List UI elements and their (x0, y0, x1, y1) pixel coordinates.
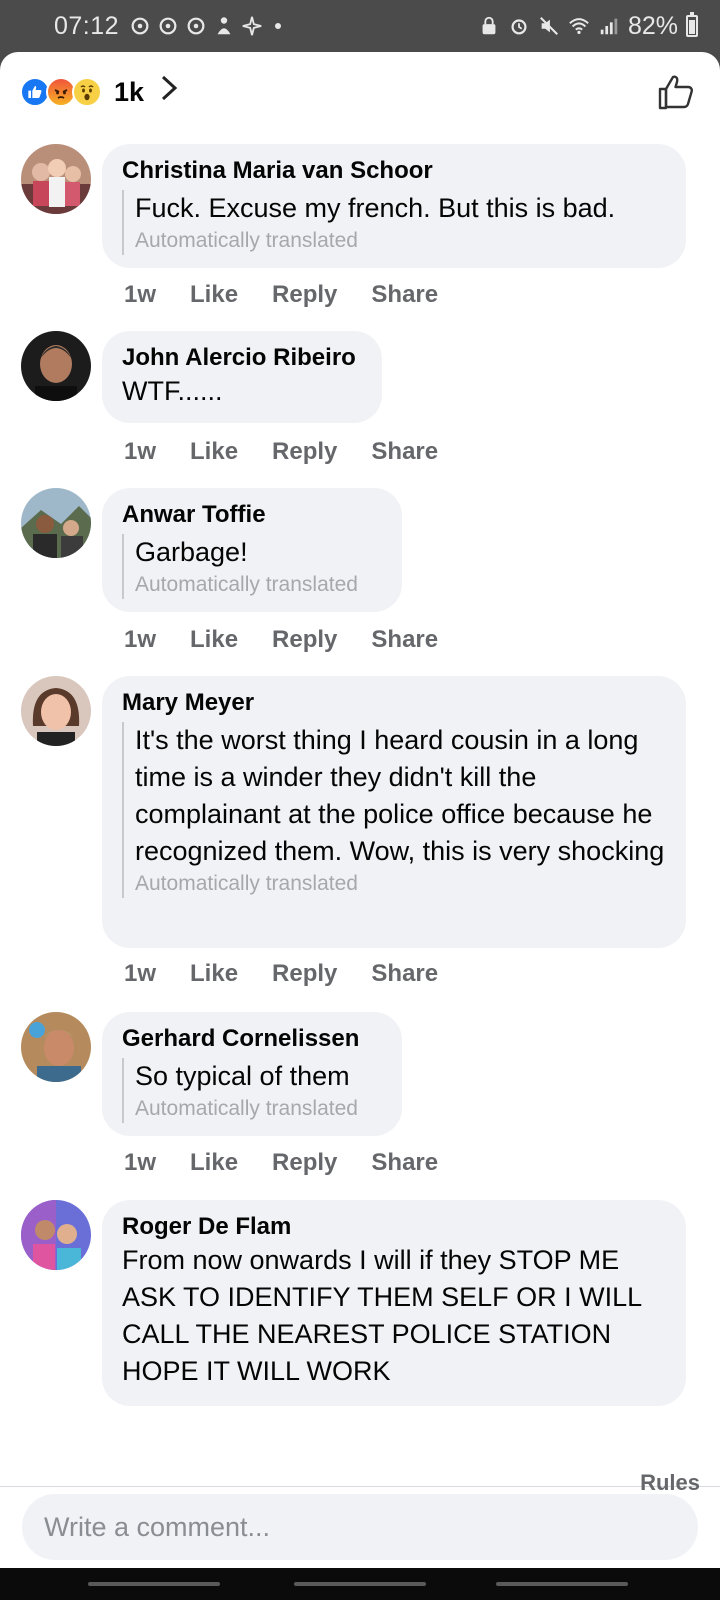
comment-text: Fuck. Excuse my french. But this is bad. (135, 193, 616, 223)
mute-icon (539, 17, 558, 35)
wow-reaction-icon (72, 77, 102, 107)
nav-recents-handle[interactable] (88, 1582, 220, 1586)
reply-button[interactable]: Reply (272, 960, 337, 988)
comment-author[interactable]: Christina Maria van Schoor (122, 156, 666, 186)
comment-actions: 1w Like Reply Share (124, 1149, 472, 1177)
more-notifications-dot (275, 23, 282, 29)
comment-text: So typical of them (135, 1061, 350, 1091)
comments-sheet: 1k Christina Maria van Schoor Fuck. Excu… (0, 52, 720, 1568)
recycle-icon (187, 17, 205, 35)
comment-actions: 1w Like Reply Share (124, 626, 472, 654)
translation-note[interactable]: Automatically translated (135, 227, 666, 255)
battery-percent: 82% (627, 11, 678, 40)
translation-note[interactable]: Automatically translated (135, 571, 382, 599)
system-icons: 82% (478, 12, 698, 41)
share-button[interactable]: Share (371, 438, 438, 466)
like-thumb-icon[interactable] (656, 72, 696, 112)
nav-back-handle[interactable] (496, 1582, 628, 1586)
avatar[interactable] (21, 488, 91, 558)
reply-button[interactable]: Reply (272, 438, 337, 466)
avatar[interactable] (21, 1012, 91, 1082)
translated-body: Garbage! Automatically translated (122, 534, 382, 599)
divider (0, 1486, 720, 1487)
comment-list: Christina Maria van Schoor Fuck. Excuse … (0, 144, 720, 1486)
comment-author[interactable]: Anwar Toffie (122, 500, 382, 530)
comment-text: WTF...... (122, 376, 223, 406)
comment-actions: 1w Like Reply Share (124, 438, 472, 466)
comment-author[interactable]: Mary Meyer (122, 688, 666, 718)
comment-bubble[interactable]: Gerhard Cornelissen So typical of them A… (102, 1012, 402, 1136)
comment-bubble[interactable]: Mary Meyer It's the worst thing I heard … (102, 676, 686, 948)
comment-author[interactable]: John Alercio Ribeiro (122, 343, 362, 373)
rules-link[interactable]: Rules (640, 1470, 700, 1496)
like-button[interactable]: Like (190, 281, 238, 309)
translated-body: It's the worst thing I heard cousin in a… (122, 722, 666, 898)
comment-time: 1w (124, 960, 157, 987)
translated-body: So typical of them Automatically transla… (122, 1058, 382, 1123)
chevron-right-icon (160, 74, 178, 110)
translation-note[interactable]: Automatically translated (135, 1095, 382, 1123)
comment-text: It's the worst thing I heard cousin in a… (135, 725, 665, 866)
avatar[interactable] (21, 676, 91, 746)
status-time: 07:12 (54, 11, 120, 40)
share-button[interactable]: Share (371, 1149, 438, 1177)
lock-icon (482, 16, 496, 35)
status-bar: 07:12 82% (0, 0, 720, 52)
reply-button[interactable]: Reply (272, 1149, 337, 1177)
alarm-icon (511, 19, 527, 35)
reactions-bar: 1k (0, 52, 720, 132)
system-nav-bar (0, 1568, 720, 1600)
translation-note[interactable]: Automatically translated (135, 870, 666, 898)
comment-input[interactable] (22, 1494, 698, 1560)
comment-time: 1w (124, 626, 157, 653)
comment-actions: 1w Like Reply Share (124, 281, 472, 309)
comment-time: 1w (124, 1149, 157, 1176)
comment-text: Garbage! (135, 537, 248, 567)
comment-bubble[interactable]: Roger De Flam From now onwards I will if… (102, 1200, 686, 1406)
recycle-icon (159, 17, 177, 35)
comment-bubble[interactable]: John Alercio Ribeiro WTF...... (102, 331, 382, 423)
pinwheel-icon (242, 16, 262, 36)
share-button[interactable]: Share (371, 281, 438, 309)
nav-home-handle[interactable] (294, 1582, 426, 1586)
comment-author[interactable]: Roger De Flam (122, 1212, 666, 1242)
signal-icon (600, 18, 618, 35)
comment-author[interactable]: Gerhard Cornelissen (122, 1024, 382, 1054)
like-button[interactable]: Like (190, 626, 238, 654)
avatar[interactable] (21, 331, 91, 401)
comment-text: From now onwards I will if they STOP ME … (122, 1245, 642, 1386)
wifi-icon (569, 18, 589, 35)
recycle-icon (131, 17, 149, 35)
translated-body: Fuck. Excuse my french. But this is bad.… (122, 190, 666, 255)
like-button[interactable]: Like (190, 438, 238, 466)
reaction-count: 1k (114, 76, 145, 107)
avatar[interactable] (21, 1200, 91, 1270)
like-button[interactable]: Like (190, 960, 238, 988)
reactions-summary[interactable]: 1k (20, 74, 178, 110)
person-icon (217, 17, 231, 35)
comment-bubble[interactable]: Anwar Toffie Garbage! Automatically tran… (102, 488, 402, 612)
comment-bubble[interactable]: Christina Maria van Schoor Fuck. Excuse … (102, 144, 686, 268)
reply-button[interactable]: Reply (272, 281, 337, 309)
reply-button[interactable]: Reply (272, 626, 337, 654)
comment-time: 1w (124, 438, 157, 465)
comment-time: 1w (124, 281, 157, 308)
notification-icons (129, 15, 282, 37)
battery-icon (686, 12, 698, 37)
like-button[interactable]: Like (190, 1149, 238, 1177)
comment-actions: 1w Like Reply Share (124, 960, 472, 988)
share-button[interactable]: Share (371, 626, 438, 654)
avatar[interactable] (21, 144, 91, 214)
share-button[interactable]: Share (371, 960, 438, 988)
